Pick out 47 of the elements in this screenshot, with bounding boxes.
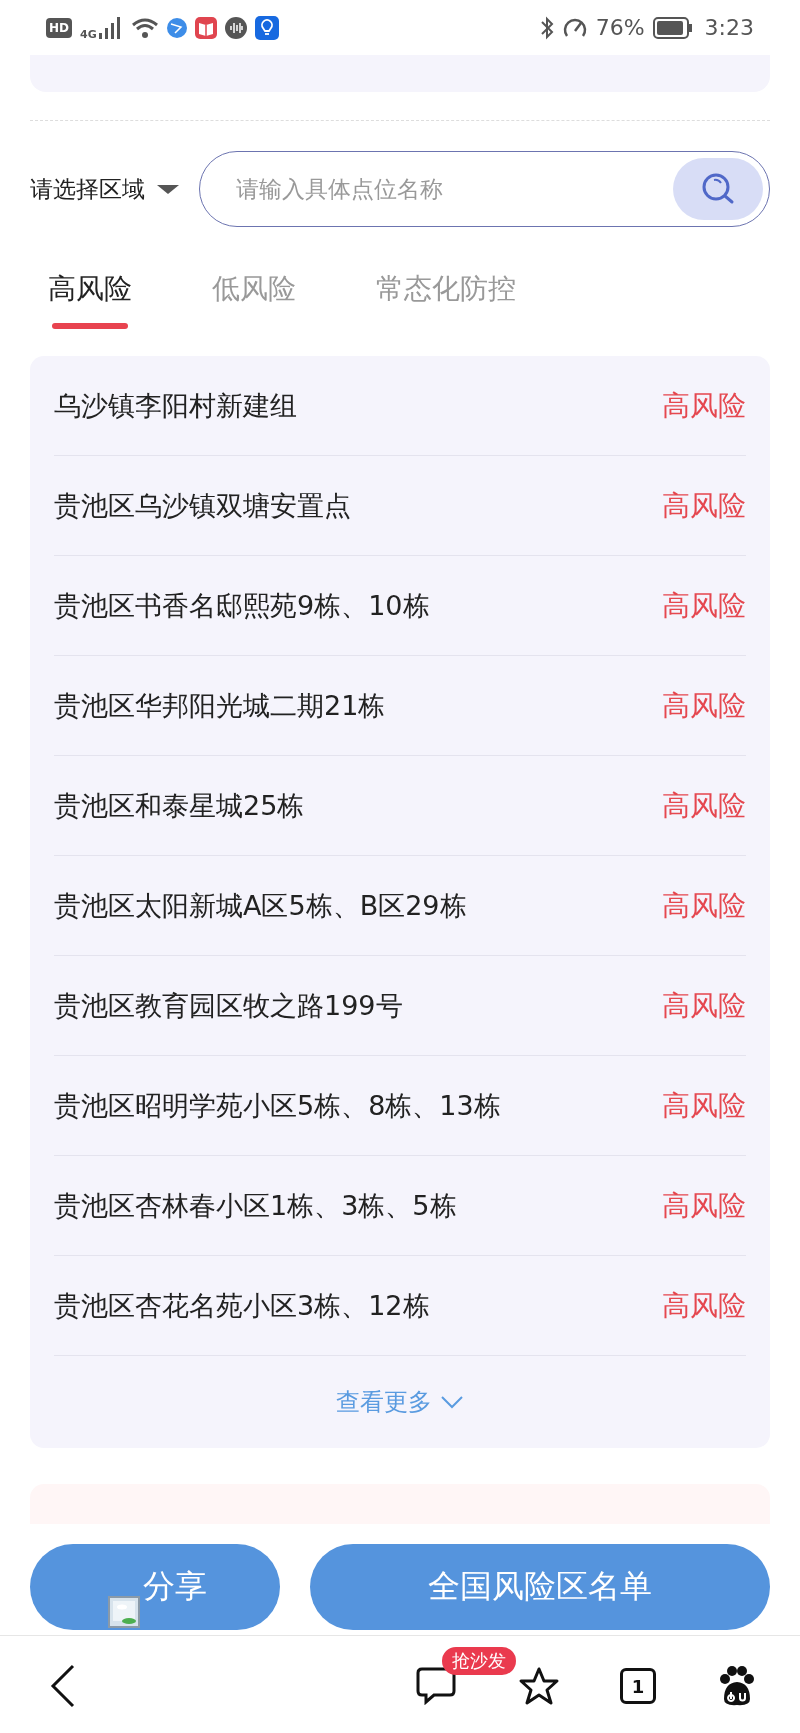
comment-badge: 抢沙发: [442, 1647, 516, 1675]
location-name: 贵池区杏林春小区1栋、3栋、5栋: [54, 1188, 457, 1223]
tabs-count-button[interactable]: 1: [620, 1668, 656, 1704]
caret-icon: [157, 184, 179, 194]
tab[interactable]: 高风险: [36, 256, 144, 326]
location-name: 贵池区和泰星城25栋: [54, 788, 305, 823]
risk-level: 高风险: [662, 687, 746, 724]
risk-level: 高风险: [662, 787, 746, 824]
lightbulb-icon: [254, 15, 279, 40]
search-field[interactable]: 请输入具体点位名称: [234, 175, 673, 203]
risk-level: 高风险: [662, 987, 746, 1024]
network-label: 4G: [80, 28, 97, 41]
battery-icon: [652, 16, 693, 39]
location-name: 贵池区杏花名苑小区3栋、12栋: [54, 1288, 430, 1323]
star-icon: [518, 1666, 560, 1706]
risk-level: 高风险: [662, 1287, 746, 1324]
search-button[interactable]: [673, 158, 763, 220]
battery-percent: 76%: [595, 15, 645, 40]
risk-level: 高风险: [662, 587, 746, 624]
risk-level: 高风险: [662, 1187, 746, 1224]
image-icon: [108, 1596, 140, 1628]
risk-level: 高风险: [662, 887, 746, 924]
chevron-down-icon: [440, 1395, 464, 1409]
share-button[interactable]: 分享: [30, 1544, 280, 1630]
view-more-link[interactable]: 查看更多: [336, 1386, 464, 1418]
bluetooth-icon: [539, 15, 554, 40]
signal-icon: [98, 16, 123, 39]
location-name: 贵池区昭明学苑小区5栋、8栋、13栋: [54, 1088, 501, 1123]
tab[interactable]: 常态化防控: [364, 256, 528, 326]
risk-level: 高风险: [662, 387, 746, 424]
location-name: 贵池区书香名邸熙苑9栋、10栋: [54, 588, 430, 623]
location-name: 乌沙镇李阳村新建组: [54, 388, 297, 423]
sound-wave-icon: [224, 16, 247, 39]
location-name: 贵池区乌沙镇双塘安置点: [54, 488, 351, 523]
wifi-icon: [130, 16, 159, 39]
location-name: 贵池区教育园区牧之路199号: [54, 988, 403, 1023]
location-name: 贵池区太阳新城A区5栋、B区29栋: [54, 888, 467, 923]
risk-level: 高风险: [662, 487, 746, 524]
risk-list-button[interactable]: 全国风险区名单: [310, 1544, 770, 1630]
back-icon: [50, 1664, 76, 1708]
tab[interactable]: 低风险: [200, 256, 308, 326]
risk-level: 高风险: [662, 1087, 746, 1124]
hd-badge: HD: [46, 17, 72, 38]
book-icon: [194, 16, 217, 39]
clock: 3:23: [704, 15, 754, 40]
location-name: 贵池区华邦阳光城二期21栋: [54, 688, 386, 723]
region-dropdown[interactable]: 请选择区域: [30, 173, 179, 205]
